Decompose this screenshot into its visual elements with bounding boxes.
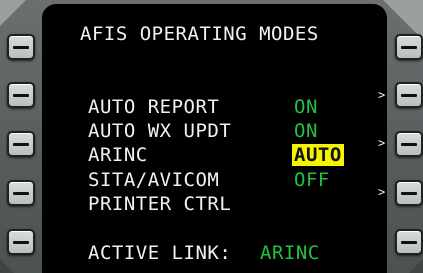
bezel-corner-top-left [0, 0, 26, 26]
row-value-auto-report: ON [294, 96, 318, 118]
row-label-auto-wx-updt: AUTO WX UPDT [88, 120, 232, 142]
chevron-right-icon: > [378, 136, 386, 150]
row-value-auto-wx-updt: ON [294, 120, 318, 142]
lsk-left-3-button[interactable] [7, 131, 35, 157]
selected-value-highlight: AUTO [292, 144, 344, 166]
lsk-left-4-button[interactable] [7, 180, 35, 206]
chevron-right-icon: > [378, 88, 386, 102]
row-value-arinc: AUTO [292, 144, 344, 166]
lsk-right-5-button[interactable] [395, 229, 423, 255]
lsk-right-3-button[interactable] [395, 131, 423, 157]
row-label-printer-ctrl: PRINTER CTRL [88, 193, 232, 215]
lsk-right-1-button[interactable] [395, 34, 423, 60]
row-label-auto-report: AUTO REPORT [88, 96, 220, 118]
active-link-value: ARINC [260, 242, 320, 264]
bezel-corner-bottom-right [409, 259, 423, 273]
bezel-corner-bottom-left [0, 259, 14, 273]
page-title: AFIS OPERATING MODES [80, 23, 319, 45]
lsk-right-4-button[interactable] [395, 180, 423, 206]
lsk-left-1-button[interactable] [7, 34, 35, 60]
row-label-sita-avicom: SITA/AVICOM [88, 169, 220, 191]
chevron-right-icon: > [378, 185, 386, 199]
row-value-sita-avicom: OFF [294, 169, 330, 191]
lsk-right-2-button[interactable] [395, 82, 423, 108]
row-label-arinc: ARINC [88, 144, 148, 166]
lsk-left-5-button[interactable] [7, 229, 35, 255]
lsk-left-2-button[interactable] [7, 82, 35, 108]
active-link-label: ACTIVE LINK: [88, 242, 232, 264]
cdu-bezel: AFIS OPERATING MODES AUTO REPORT ON AUTO… [0, 0, 423, 273]
